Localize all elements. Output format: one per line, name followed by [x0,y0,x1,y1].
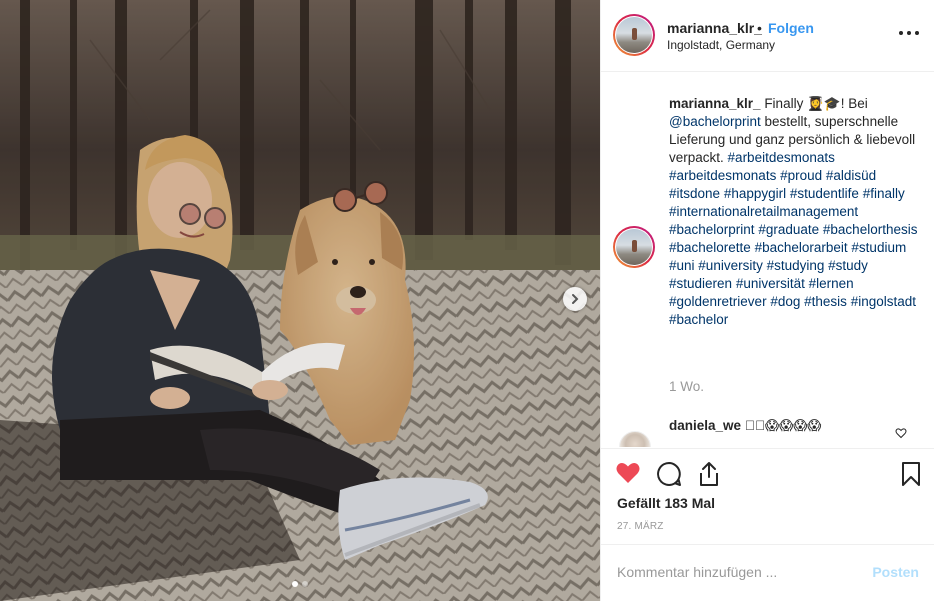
caption-username[interactable]: marianna_klr_ [669,96,761,111]
share-upload-icon[interactable] [697,461,721,487]
carousel-dot [292,581,298,587]
caption-author-avatar[interactable] [613,226,655,268]
caption-hashtag[interactable]: #lernen [809,276,854,291]
post-date[interactable]: 27. MÄRZ [617,521,664,532]
add-comment-bar: Posten [601,544,934,601]
caption-hashtag[interactable]: #bachelorprint [669,222,755,237]
caption-hashtags: #arbeitdesmonats #arbeitdesmonats #proud… [669,150,917,327]
carousel-dot [302,581,308,587]
like-count[interactable]: Gefällt 183 Mal [617,495,715,511]
author-username[interactable]: marianna_klr_ [667,20,762,36]
caption-hashtag[interactable]: #proud [780,168,822,183]
caption-hashtag[interactable]: #studying [767,258,825,273]
caption-hashtag[interactable]: #happygirl [724,186,786,201]
caption-hashtag[interactable]: #studium [851,240,906,255]
comment-like-heart-icon[interactable] [895,427,907,439]
caption-hashtag[interactable]: #ingolstadt [851,294,916,309]
post-photo[interactable] [0,0,600,601]
caption-hashtag[interactable]: #university [698,258,763,273]
caption-hashtag[interactable]: #bachelor [669,312,728,327]
caption-hashtag[interactable]: #aldisüd [826,168,876,183]
caption-text-start: Finally 👩‍🎓🎓! Bei [760,96,868,111]
more-horizontal-icon[interactable] [899,28,919,38]
comment-input[interactable] [617,561,847,583]
comment-item: daniela_we ⃞⃞😱😱😱😱 [669,418,821,434]
bookmark-save-icon[interactable] [901,461,921,487]
like-heart-icon[interactable] [615,461,641,485]
author-avatar[interactable] [613,14,655,56]
caption-hashtag[interactable]: #bachelorarbeit [755,240,848,255]
post-header: marianna_klr_ • Folgen Ingolstadt, Germa… [601,0,934,72]
comment-text: ⃞⃞😱😱😱😱 [741,418,822,433]
caption-hashtag[interactable]: #uni [669,258,695,273]
caption-hashtag[interactable]: #thesis [804,294,847,309]
caption-hashtag[interactable]: #bachelorthesis [823,222,918,237]
caption-hashtag[interactable]: #study [828,258,868,273]
post-comment-button[interactable]: Posten [872,564,919,580]
caption-mention[interactable]: @bachelorprint [669,114,761,129]
follow-button[interactable]: Folgen [768,20,814,36]
caption-hashtag[interactable]: #graduate [758,222,819,237]
caption-hashtag[interactable]: #studentlife [790,186,859,201]
post-detail-panel: marianna_klr_ • Folgen Ingolstadt, Germa… [600,0,934,601]
post-caption: marianna_klr_ Finally 👩‍🎓🎓! Bei @bachelo… [669,95,919,329]
caption-hashtag[interactable]: #universität [736,276,805,291]
caption-hashtag[interactable]: #goldenretriever [669,294,767,309]
caption-time-ago[interactable]: 1 Wo. [669,379,704,394]
caption-hashtag[interactable]: #itsdone [669,186,720,201]
header-separator: • [757,20,762,36]
carousel-next-button[interactable] [563,287,587,311]
commenter-avatar[interactable] [619,431,651,447]
carousel-indicator [0,581,600,587]
photo-illustration [0,0,600,601]
comments-list[interactable]: marianna_klr_ Finally 👩‍🎓🎓! Bei @bachelo… [601,73,934,447]
comment-bubble-icon[interactable] [656,461,682,487]
comment-username[interactable]: daniela_we [669,418,741,433]
caption-hashtag[interactable]: #studieren [669,276,732,291]
post-actions: Gefällt 183 Mal 27. MÄRZ [601,448,934,544]
caption-hashtag[interactable]: #arbeitdesmonats [669,168,776,183]
caption-hashtag[interactable]: #finally [863,186,905,201]
post-location[interactable]: Ingolstadt, Germany [667,38,775,52]
caption-hashtag[interactable]: #dog [770,294,800,309]
caption-hashtag[interactable]: #internationalretailmanagement [669,204,858,219]
caption-hashtag[interactable]: #bachelorette [669,240,751,255]
caption-hashtag[interactable]: #arbeitdesmonats [728,150,835,165]
chevron-right-icon [572,294,579,304]
